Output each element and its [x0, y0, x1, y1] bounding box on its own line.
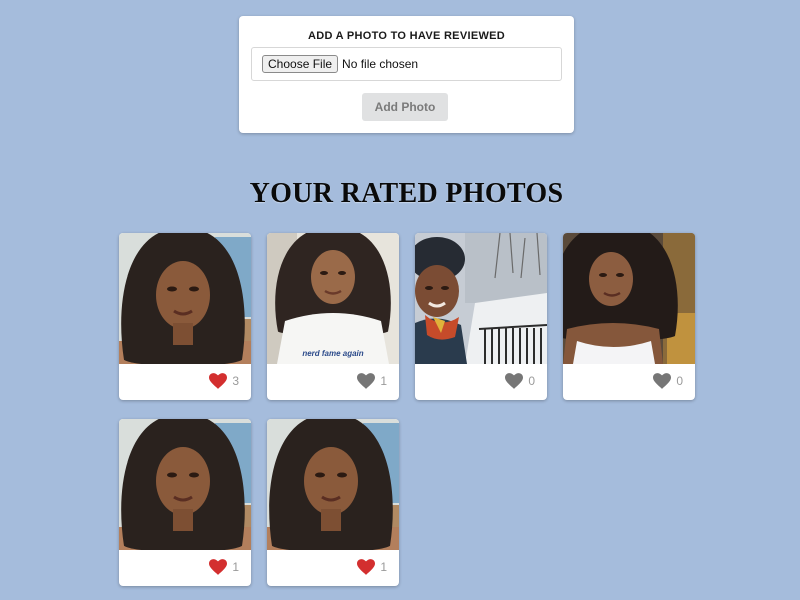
page-title: YOUR RATED PHOTOS	[249, 178, 564, 209]
photo-rating: 0	[653, 373, 683, 389]
photo-rating: 0	[505, 373, 535, 389]
upload-panel: ADD A PHOTO TO HAVE REVIEWED Choose File…	[239, 16, 574, 133]
shirt-text: nerd fame again	[302, 349, 363, 358]
photo-card[interactable]: 0	[563, 233, 695, 400]
upload-heading: ADD A PHOTO TO HAVE REVIEWED	[307, 30, 506, 42]
photo-rating: 3	[209, 373, 239, 389]
photo-thumbnail[interactable]	[119, 233, 251, 364]
like-count: 1	[380, 560, 387, 574]
file-status-text: No file chosen	[342, 57, 419, 71]
photo-thumbnail[interactable]	[563, 233, 695, 364]
like-count: 1	[232, 560, 239, 574]
photo-rating: 1	[357, 559, 387, 575]
photo-thumbnail[interactable]	[267, 419, 399, 550]
photo-card[interactable]: nerd fame again 1	[267, 233, 399, 400]
photo-rating: 1	[357, 373, 387, 389]
choose-file-button[interactable]: Choose File	[262, 55, 339, 73]
heart-icon[interactable]	[505, 373, 524, 389]
photo-card[interactable]: 3	[119, 233, 251, 400]
heart-icon[interactable]	[209, 559, 228, 575]
file-input[interactable]: Choose File No file chosen	[251, 47, 562, 81]
heart-icon[interactable]	[357, 373, 376, 389]
photo-card[interactable]: 1	[119, 419, 251, 586]
heart-icon[interactable]	[209, 373, 228, 389]
photo-card[interactable]: 1	[267, 419, 399, 586]
heart-icon[interactable]	[653, 373, 672, 389]
heart-icon[interactable]	[357, 559, 376, 575]
photo-card[interactable]: 0	[415, 233, 547, 400]
photo-thumbnail[interactable]	[119, 419, 251, 550]
photo-thumbnail[interactable]: nerd fame again	[267, 233, 399, 364]
add-photo-button[interactable]: Add Photo	[362, 93, 448, 121]
photo-rating: 1	[209, 559, 239, 575]
like-count: 1	[380, 374, 387, 388]
like-count: 3	[232, 374, 239, 388]
like-count: 0	[528, 374, 535, 388]
photo-thumbnail[interactable]	[415, 233, 547, 364]
like-count: 0	[676, 374, 683, 388]
